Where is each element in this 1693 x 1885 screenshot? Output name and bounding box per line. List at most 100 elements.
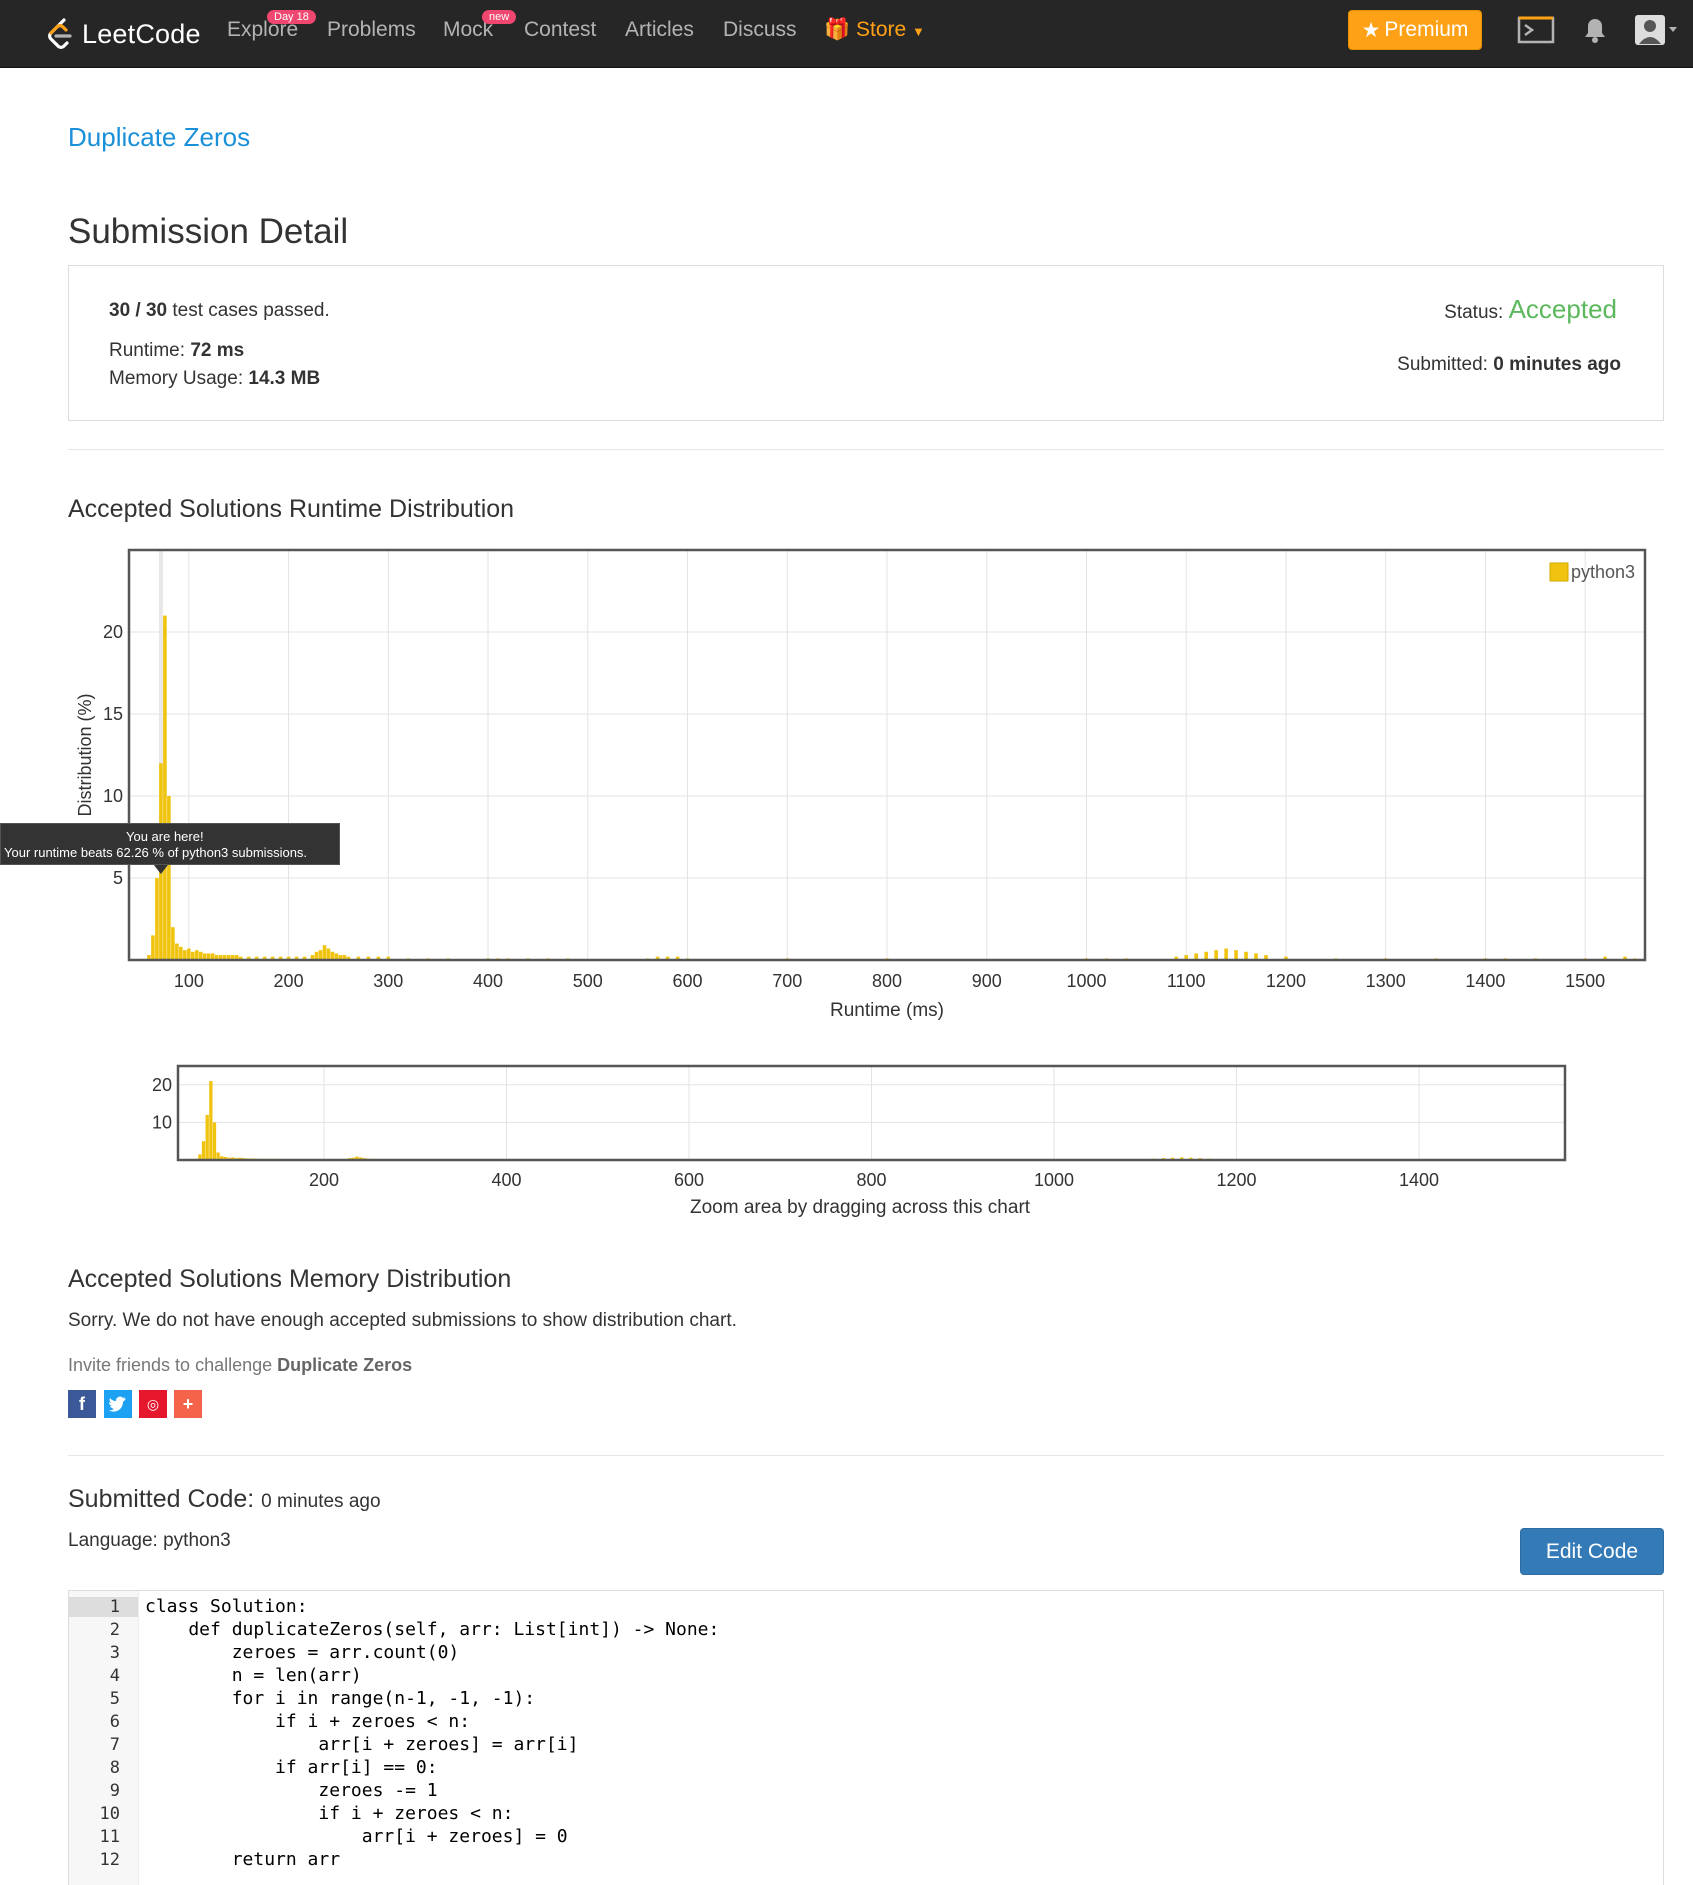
x-tick-label: 1300 xyxy=(1366,971,1406,991)
line-number: 5 xyxy=(109,1689,120,1709)
y-tick-label: 5 xyxy=(113,868,123,888)
line-number: 3 xyxy=(109,1643,120,1663)
nav-x-tick-label: 400 xyxy=(491,1170,521,1190)
y-tick-label: 15 xyxy=(103,704,123,724)
code-line: if i + zeroes < n: xyxy=(145,1711,471,1732)
code-line: if arr[i] == 0: xyxy=(145,1757,438,1778)
language-line: Language: python3 xyxy=(68,1530,231,1552)
nav-y-tick-label: 20 xyxy=(152,1075,172,1095)
tooltip-line1: You are here! xyxy=(126,829,204,844)
code-line: zeroes = arr.count(0) xyxy=(145,1642,460,1663)
nav-runtime-bar xyxy=(212,1122,217,1160)
code-viewer[interactable]: 1 2 3 4 5 6 7 8 9 10 11 12 class Solution: def dupl… xyxy=(68,1590,1664,1885)
invite-line: Invite friends to challenge Duplicate Ze… xyxy=(68,1355,412,1376)
line-number: 8 xyxy=(109,1758,120,1778)
nav-runtime-bar xyxy=(205,1114,209,1160)
y-tick-label: 10 xyxy=(103,786,123,806)
line-number: 12 xyxy=(99,1850,120,1870)
submitted-code-label: Submitted Code: xyxy=(68,1485,255,1513)
x-tick-label: 300 xyxy=(373,971,403,991)
x-axis-label: Runtime (ms) xyxy=(830,1000,944,1021)
code-line: for i in range(n-1, -1, -1): xyxy=(145,1688,536,1709)
nav-x-tick-label: 800 xyxy=(856,1170,886,1190)
runtime-bar xyxy=(179,946,183,960)
runtime-bar xyxy=(195,950,199,960)
runtime-bar xyxy=(171,927,175,960)
submitted-code-heading: Submitted Code: 0 minutes ago xyxy=(68,1485,381,1514)
nav-x-tick-label: 200 xyxy=(309,1170,339,1190)
line-number: 4 xyxy=(109,1666,120,1686)
line-number: 11 xyxy=(99,1827,120,1847)
memory-distribution-message: Sorry. We do not have enough accepted su… xyxy=(68,1310,737,1331)
code-line: n = len(arr) xyxy=(145,1665,362,1686)
x-tick-label: 1000 xyxy=(1066,971,1106,991)
runtime-bar xyxy=(167,796,171,960)
runtime-bar xyxy=(1234,950,1238,960)
x-tick-label: 1500 xyxy=(1565,971,1605,991)
line-number: 6 xyxy=(109,1712,120,1732)
tooltip-line2: Your runtime beats 62.26 % of python3 su… xyxy=(4,845,308,860)
runtime-bar xyxy=(187,948,191,960)
twitter-share-icon[interactable] xyxy=(104,1390,132,1418)
nav-runtime-bar xyxy=(209,1081,213,1160)
line-number: 1 xyxy=(69,1597,138,1617)
x-tick-label: 900 xyxy=(972,971,1002,991)
code-line: arr[i + zeroes] = arr[i] xyxy=(145,1734,579,1755)
x-tick-label: 200 xyxy=(274,971,304,991)
code-line: zeroes -= 1 xyxy=(145,1780,438,1801)
line-number: 10 xyxy=(99,1804,120,1824)
divider xyxy=(68,1455,1664,1456)
line-number: 7 xyxy=(109,1735,120,1755)
nav-x-tick-label: 600 xyxy=(674,1170,704,1190)
code-line: return arr xyxy=(145,1849,341,1870)
submitted-code-time: 0 minutes ago xyxy=(261,1491,381,1512)
navigator-runtime-chart: 200 400 600 800 1000 1200 1400 10 20 xyxy=(152,1064,1567,1190)
code-line: def duplicateZeros(self, arr: List[int])… xyxy=(145,1619,720,1640)
code-line: class Solution: xyxy=(145,1596,308,1617)
language-value: python3 xyxy=(163,1530,231,1551)
memory-distribution-heading: Accepted Solutions Memory Distribution xyxy=(68,1265,512,1293)
x-tick-label: 1200 xyxy=(1266,971,1306,991)
nav-x-tick-label: 1200 xyxy=(1216,1170,1256,1190)
runtime-bar xyxy=(155,878,159,960)
nav-x-tick-label: 1400 xyxy=(1399,1170,1439,1190)
zoom-caption: Zoom area by dragging across this chart xyxy=(690,1197,1031,1218)
y-tick-label: 20 xyxy=(103,622,123,642)
runtime-bar xyxy=(175,943,179,960)
runtime-bar xyxy=(151,935,155,960)
legend-label: python3 xyxy=(1571,562,1635,582)
runtime-bar xyxy=(1214,950,1218,960)
more-share-icon[interactable]: + xyxy=(174,1390,202,1418)
main-runtime-chart: 100 200 300 400 500 600 700 800 900 1000 1100 1200 1… xyxy=(75,548,1647,1021)
x-tick-label: 100 xyxy=(174,971,204,991)
line-number: 9 xyxy=(109,1781,120,1801)
invite-problem: Duplicate Zeros xyxy=(277,1355,413,1375)
nav-x-tick-label: 1000 xyxy=(1034,1170,1074,1190)
runtime-bar xyxy=(1224,948,1228,960)
facebook-share-icon[interactable]: f xyxy=(68,1390,96,1418)
x-tick-label: 600 xyxy=(673,971,703,991)
runtime-bar xyxy=(326,948,331,960)
runtime-bar xyxy=(318,950,323,960)
x-tick-label: 800 xyxy=(872,971,902,991)
language-label: Language: xyxy=(68,1530,158,1551)
runtime-bar xyxy=(322,945,327,960)
you-are-here-tooltip: You are here! Your runtime beats 62.26 %… xyxy=(0,823,340,865)
line-number-gutter: 1 2 3 4 5 6 7 8 9 10 11 12 xyxy=(69,1591,139,1885)
y-axis-label: Distribution (%) xyxy=(75,693,95,816)
runtime-bar xyxy=(163,615,167,960)
x-tick-label: 700 xyxy=(772,971,802,991)
line-number: 2 xyxy=(109,1620,120,1640)
code-line: if i + zeroes < n: xyxy=(145,1803,514,1824)
x-tick-label: 400 xyxy=(473,971,503,991)
weibo-share-icon[interactable]: ◎ xyxy=(139,1390,167,1418)
edit-code-button[interactable]: Edit Code xyxy=(1520,1528,1664,1575)
runtime-distribution-charts[interactable]: 100 200 300 400 500 600 700 800 900 1000 1100 1200 1… xyxy=(0,0,1693,1250)
legend-swatch xyxy=(1549,562,1569,582)
invite-prefix: Invite friends to challenge xyxy=(68,1355,273,1375)
nav-y-tick-label: 10 xyxy=(152,1112,172,1132)
runtime-bar xyxy=(183,950,187,960)
nav-runtime-bar xyxy=(201,1141,206,1160)
x-tick-label: 500 xyxy=(573,971,603,991)
code-line: arr[i + zeroes] = 0 xyxy=(145,1826,568,1847)
